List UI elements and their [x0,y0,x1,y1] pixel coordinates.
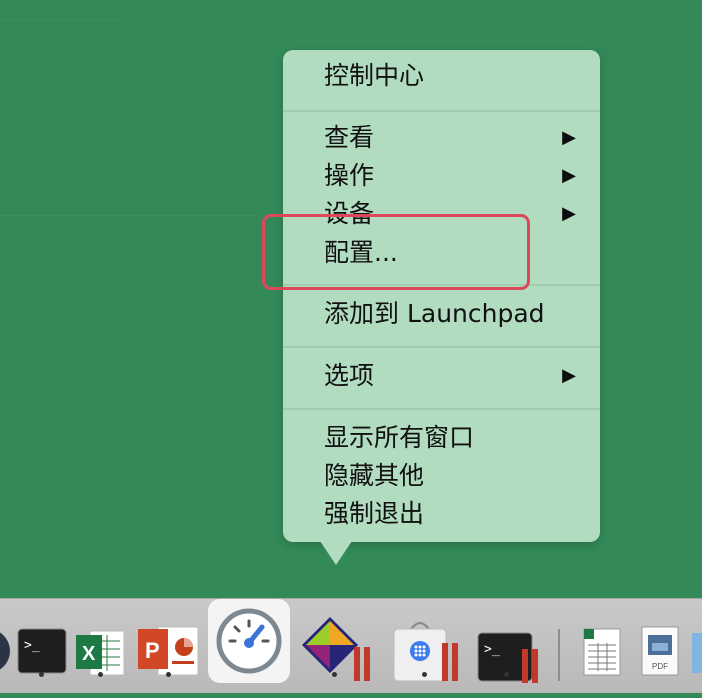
menu-item-add-to-launchpad[interactable]: 添加到 Launchpad [283,296,600,332]
running-indicator [422,672,427,677]
running-indicator [504,672,509,677]
menu-separator [283,408,600,410]
running-indicator [166,672,171,677]
menu-item-actions[interactable]: 操作 ▶ [283,158,600,194]
running-indicator [98,672,103,677]
app-store-bag-vm-icon[interactable] [388,613,458,682]
menu-item-options[interactable]: 选项 ▶ [283,358,600,394]
dock-separator [558,629,560,681]
excel-icon[interactable]: X [72,613,138,679]
terminal-icon[interactable]: >_ [14,613,80,679]
menu-item-label: 强制退出 [324,499,425,528]
speedometer-icon[interactable] [208,599,290,683]
powerpoint-icon[interactable]: P [136,613,202,679]
svg-text:>_: >_ [484,642,500,657]
svg-text:PDF: PDF [652,662,668,671]
centos-vm-icon[interactable] [298,613,370,681]
menu-separator [283,346,600,348]
annotation-highlight-box [262,214,530,290]
menu-item-label: 查看 [324,123,375,152]
menu-pointer-tail [320,541,352,565]
menu-item-show-all-windows[interactable]: 显示所有窗口 [283,420,600,456]
context-menu: 控制中心 查看 ▶ 操作 ▶ 设备 ▶ 配置... 添加到 Launchpad … [283,50,600,542]
submenu-arrow-icon: ▶ [562,365,576,386]
menu-item-hide-others[interactable]: 隐藏其他 [283,458,600,494]
menu-item-view[interactable]: 查看 ▶ [283,120,600,156]
menu-item-label: 选项 [324,361,375,390]
terminal-vm-icon[interactable]: >_ [474,613,540,683]
svg-text:X: X [82,643,96,665]
svg-text:>_: >_ [24,638,40,653]
folder-icon[interactable] [692,613,702,679]
menu-item-control-center[interactable]: 控制中心 [283,58,600,94]
menu-item-label: 控制中心 [324,61,425,90]
submenu-arrow-icon: ▶ [562,203,576,224]
dock: >_ X P >_ PDF [0,598,702,693]
desktop-artifact [0,215,260,216]
desktop-artifact [0,20,120,21]
svg-text:P: P [145,638,160,663]
menu-item-force-quit[interactable]: 强制退出 [283,496,600,532]
menu-item-label: 添加到 Launchpad [324,299,545,328]
submenu-arrow-icon: ▶ [562,165,576,186]
menu-item-label: 显示所有窗口 [324,423,475,452]
menu-separator [283,110,600,112]
menu-item-label: 隐藏其他 [324,461,425,490]
submenu-arrow-icon: ▶ [562,127,576,148]
menu-item-label: 操作 [324,161,375,190]
running-indicator [39,672,44,677]
spreadsheet-doc-icon[interactable] [578,613,644,679]
running-indicator [332,672,337,677]
